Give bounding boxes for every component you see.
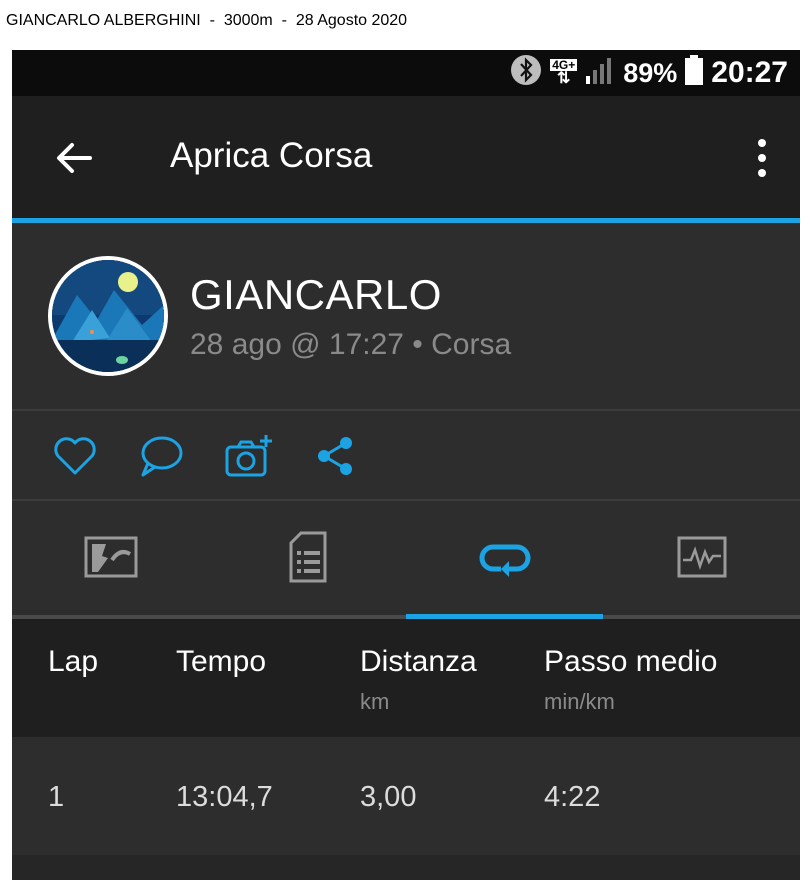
share-icon[interactable] xyxy=(312,433,358,479)
status-bar: 4G+ ⇅ 89% 20:27 xyxy=(12,50,800,96)
network-4g-icon: 4G+ ⇅ xyxy=(550,58,578,87)
cell-lap: 1 xyxy=(48,781,65,813)
add-photo-icon[interactable] xyxy=(224,433,272,479)
cell-passo: 4:22 xyxy=(544,781,601,813)
tab-chart[interactable] xyxy=(603,501,800,617)
battery-level: 89% xyxy=(623,57,678,88)
activity-header: GIANCARLO 28 ago @ 17:27 • Corsa xyxy=(12,223,800,409)
app-bar: Aprica Corsa xyxy=(12,96,800,218)
column-header-distanza: Distanza xyxy=(360,645,477,678)
signal-icon xyxy=(585,56,615,91)
tab-map[interactable] xyxy=(12,501,209,617)
avatar[interactable] xyxy=(48,256,168,376)
cell-distanza: 3,00 xyxy=(360,781,417,813)
image-caption: GIANCARLO ALBERGHINI - 3000m - 28 Agosto… xyxy=(6,12,408,29)
tab-bar xyxy=(12,501,800,617)
overflow-menu-icon[interactable] xyxy=(754,138,770,178)
cell-tempo: 13:04,7 xyxy=(176,781,273,813)
column-unit-passo: min/km xyxy=(544,689,615,714)
comment-icon[interactable] xyxy=(138,433,184,479)
column-header-passo: Passo medio xyxy=(544,645,718,678)
activity-subtitle: 28 ago @ 17:27 • Corsa xyxy=(190,328,512,361)
user-name: GIANCARLO xyxy=(190,271,442,318)
column-header-tempo: Tempo xyxy=(176,645,267,678)
chart-icon xyxy=(677,536,727,583)
heart-icon[interactable] xyxy=(52,433,98,479)
action-bar xyxy=(12,411,800,499)
clock: 20:27 xyxy=(711,56,788,89)
bluetooth-icon xyxy=(510,54,542,93)
page-title: Aprica Corsa xyxy=(170,136,373,175)
table-footer xyxy=(12,855,800,880)
phone-screen: 4G+ ⇅ 89% 20:27 Aprica Corsa GIANCARLO 2… xyxy=(12,50,800,880)
tab-details[interactable] xyxy=(209,501,406,617)
battery-icon xyxy=(685,54,704,92)
tab-laps[interactable] xyxy=(406,501,603,617)
laps-icon xyxy=(479,537,531,582)
column-unit-distanza: km xyxy=(360,689,390,714)
table-row[interactable]: 1 13:04,7 3,00 4:22 xyxy=(12,737,800,855)
details-icon xyxy=(289,531,327,588)
table-header: Lap Tempo Distanza km Passo medio min/km xyxy=(12,619,800,737)
column-header-lap: Lap xyxy=(48,645,99,678)
map-icon xyxy=(84,536,138,583)
back-arrow-icon[interactable] xyxy=(52,136,96,180)
